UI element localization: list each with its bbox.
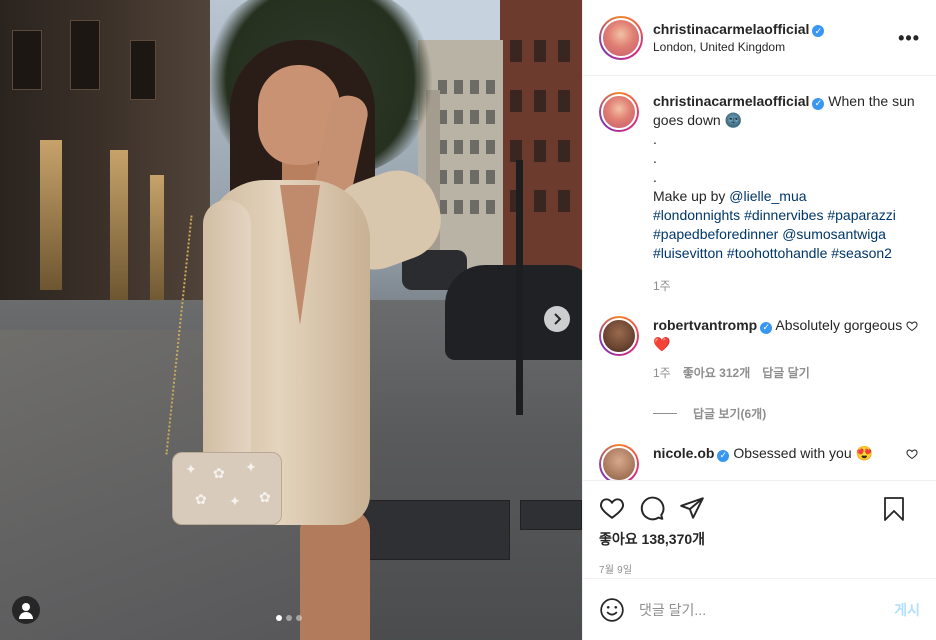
- comment-item: nicole.ob ✓ Obsessed with you 😍: [599, 444, 922, 480]
- verified-badge-icon: ✓: [717, 449, 730, 462]
- street-grate: [360, 500, 510, 560]
- commenter-avatar[interactable]: [599, 444, 639, 480]
- likes-count[interactable]: 좋아요 138,370개: [599, 529, 920, 549]
- caption: christinacarmelaofficial ✓ When the sun g…: [599, 92, 922, 296]
- caption-username[interactable]: christinacarmelaofficial: [653, 93, 809, 109]
- carousel-dot: [286, 615, 292, 621]
- post-date[interactable]: 7월 9일: [599, 561, 920, 576]
- view-replies-button[interactable]: 답글 보기(6개): [653, 405, 922, 422]
- carousel-dot-active: [276, 615, 282, 621]
- carousel-dot: [296, 615, 302, 621]
- caption-dots: . . .: [653, 131, 657, 185]
- woman-legs: [300, 510, 370, 640]
- verified-badge-icon: ✓: [760, 321, 773, 334]
- commenter-avatar[interactable]: [599, 316, 639, 356]
- next-slide-button[interactable]: [544, 306, 570, 332]
- mention-link[interactable]: @lielle_mua: [729, 188, 806, 204]
- comment-like-icon[interactable]: [906, 448, 918, 460]
- verified-badge-icon: ✓: [812, 97, 825, 110]
- building-right: [500, 0, 582, 290]
- caption-makeup-prefix: Make up by: [653, 188, 730, 204]
- emoji-icon[interactable]: [599, 597, 625, 623]
- commenter-username[interactable]: robertvantromp: [653, 317, 757, 333]
- comment-icon[interactable]: [639, 495, 665, 521]
- post-photo[interactable]: ✦ ✿ ✦ ✿ ✦ ✿: [0, 0, 582, 640]
- comment-input[interactable]: 댓글 달기...: [639, 600, 894, 620]
- post-location[interactable]: London, United Kingdom: [653, 40, 824, 54]
- comment-composer: 댓글 달기... 게시: [583, 578, 936, 640]
- tagged-users-icon[interactable]: [12, 596, 40, 624]
- hashtags[interactable]: #londonnights #dinnervibes #paparazzi #p…: [653, 206, 922, 263]
- author-username[interactable]: christinacarmelaofficial: [653, 21, 809, 37]
- post-header: christinacarmelaofficial ✓ London, United…: [583, 0, 936, 76]
- reply-button[interactable]: 답글 달기: [762, 364, 810, 383]
- comment-text: Obsessed with you 😍: [733, 445, 873, 461]
- save-icon[interactable]: [882, 496, 906, 522]
- street-grate: [520, 500, 582, 530]
- street-pole: [516, 160, 523, 415]
- post-modal: ✦ ✿ ✦ ✿ ✦ ✿ christinacarmelaofficial ✓ L…: [0, 0, 936, 640]
- comment-time[interactable]: 1주: [653, 364, 671, 383]
- more-options-icon[interactable]: •••: [898, 28, 920, 49]
- comment-likes[interactable]: 좋아요 312개: [683, 364, 751, 383]
- post-actions: 좋아요 138,370개 7월 9일: [583, 480, 936, 578]
- commenter-username[interactable]: nicole.ob: [653, 445, 714, 461]
- author-avatar[interactable]: [599, 15, 643, 60]
- verified-badge-icon: ✓: [812, 25, 825, 38]
- caption-time[interactable]: 1주: [653, 277, 671, 296]
- carousel-indicator: [276, 615, 302, 621]
- like-icon[interactable]: [599, 495, 625, 521]
- view-replies-label: 답글 보기(6개): [693, 407, 767, 421]
- comments-list[interactable]: christinacarmelaofficial ✓ When the sun g…: [583, 76, 936, 480]
- post-comment-button[interactable]: 게시: [894, 600, 920, 620]
- comment-like-icon[interactable]: [906, 320, 918, 332]
- comment-item: robertvantromp ✓ Absolutely gorgeous ❤️ 1…: [599, 316, 922, 383]
- author-avatar[interactable]: [599, 92, 639, 132]
- share-icon[interactable]: [679, 495, 705, 521]
- post-side-panel: christinacarmelaofficial ✓ London, United…: [582, 0, 936, 640]
- handbag: ✦ ✿ ✦ ✿ ✦ ✿: [172, 452, 282, 525]
